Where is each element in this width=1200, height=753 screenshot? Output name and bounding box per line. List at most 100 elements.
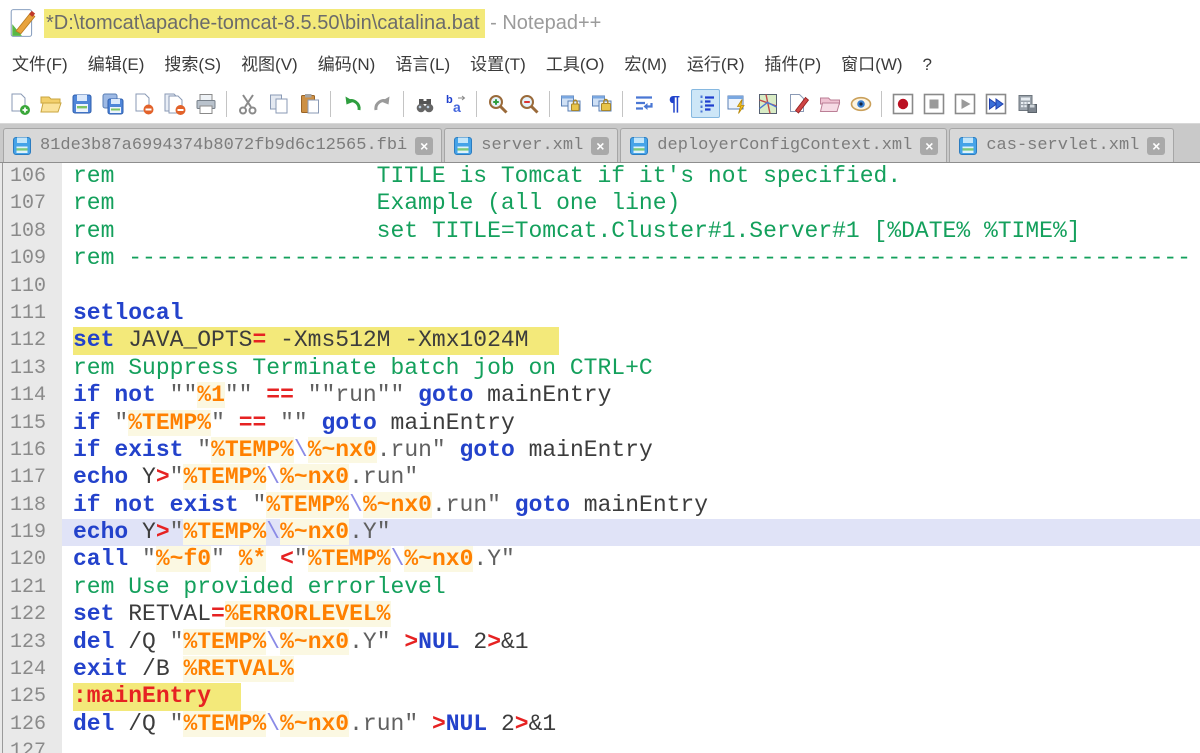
line-text[interactable]: setlocal [62, 300, 1200, 327]
code-line-122[interactable]: 122 set RETVAL=%ERRORLEVEL% [0, 601, 1200, 629]
line-text[interactable]: rem set TITLE=Tomcat.Cluster#1.Server#1 … [62, 218, 1200, 245]
code-line-114[interactable]: 114 if not ""%1"" == ""run"" goto mainEnt… [0, 382, 1200, 410]
zoom-in-icon[interactable] [483, 89, 512, 118]
code-line-108[interactable]: 108 rem set TITLE=Tomcat.Cluster#1.Server… [0, 217, 1200, 246]
close-all-icon[interactable] [160, 89, 189, 118]
macro-stop-icon[interactable] [919, 89, 948, 118]
undo-icon[interactable] [337, 89, 366, 118]
tab-close-icon[interactable]: × [415, 136, 434, 155]
code-line-123[interactable]: 123 del /Q "%TEMP%\%~nx0.Y" >NUL 2>&1 [0, 628, 1200, 657]
save-icon[interactable] [67, 89, 96, 118]
line-number[interactable]: 110 [0, 272, 62, 300]
line-number[interactable]: 109 [0, 245, 62, 273]
document-map-icon[interactable] [753, 89, 782, 118]
menu-item-0[interactable]: 文件(F) [2, 46, 78, 84]
macro-save-icon[interactable] [1012, 89, 1041, 118]
indent-guide-icon[interactable] [691, 89, 720, 118]
line-text[interactable]: exit /B %RETVAL% [62, 656, 1200, 683]
line-number[interactable]: 117 [0, 464, 62, 492]
line-number[interactable]: 113 [0, 354, 62, 383]
line-text[interactable]: if not ""%1"" == ""run"" goto mainEntry [62, 382, 1200, 409]
code-line-112[interactable]: 112 set JAVA_OPTS= -Xms512M -Xmx1024M [0, 327, 1200, 355]
code-line-109[interactable]: 109 rem ---------------------------------… [0, 245, 1200, 273]
line-number[interactable]: 119 [0, 519, 62, 547]
tab-2[interactable]: deployerConfigContext.xml × [620, 128, 948, 162]
tab-close-icon[interactable]: × [1147, 136, 1166, 155]
line-number[interactable]: 126 [0, 710, 62, 739]
code-line-120[interactable]: 120 call "%~f0" %* <"%TEMP%\%~nx0.Y" [0, 546, 1200, 574]
menu-item-3[interactable]: 视图(V) [231, 46, 308, 84]
close-icon[interactable] [129, 89, 158, 118]
code-line-121[interactable]: 121 rem Use provided errorlevel [0, 573, 1200, 602]
tab-1[interactable]: server.xml × [444, 128, 619, 162]
menu-item-9[interactable]: 运行(R) [677, 46, 755, 84]
line-number[interactable]: 123 [0, 628, 62, 657]
line-text[interactable] [62, 273, 1200, 300]
menu-item-5[interactable]: 语言(L) [385, 46, 460, 84]
macro-run-multiple-icon[interactable] [981, 89, 1010, 118]
line-text[interactable]: if not exist "%TEMP%\%~nx0.run" goto mai… [62, 491, 1200, 519]
line-number[interactable]: 108 [0, 217, 62, 246]
function-list-icon[interactable] [784, 89, 813, 118]
menu-item-11[interactable]: 窗口(W) [831, 46, 912, 84]
line-number[interactable]: 115 [0, 409, 62, 437]
code-line-126[interactable]: 126 del /Q "%TEMP%\%~nx0.run" >NUL 2>&1 [0, 710, 1200, 739]
new-file-icon[interactable] [5, 89, 34, 118]
menu-item-8[interactable]: 宏(M) [614, 46, 676, 84]
code-line-118[interactable]: 118 if not exist "%TEMP%\%~nx0.run" goto … [0, 491, 1200, 520]
code-line-125[interactable]: 125:mainEntry [0, 683, 1200, 711]
replace-icon[interactable]: ba [441, 89, 470, 118]
tab-close-icon[interactable]: × [591, 136, 610, 155]
line-text[interactable]: rem TITLE is Tomcat if it's not specifie… [62, 163, 1200, 190]
code-editor[interactable]: 106 rem TITLE is Tomcat if it's not speci… [0, 163, 1200, 753]
menu-item-4[interactable]: 编码(N) [308, 46, 386, 84]
redo-icon[interactable] [368, 89, 397, 118]
line-number[interactable]: 122 [0, 601, 62, 629]
tab-3[interactable]: cas-servlet.xml × [949, 128, 1175, 162]
code-line-106[interactable]: 106 rem TITLE is Tomcat if it's not speci… [0, 163, 1200, 191]
line-number[interactable]: 127 [0, 738, 62, 753]
line-text[interactable]: rem Example (all one line) [62, 190, 1200, 217]
line-number[interactable]: 114 [0, 382, 62, 410]
code-line-117[interactable]: 117 echo Y>"%TEMP%\%~nx0.run" [0, 464, 1200, 492]
sync-scroll-vertical-icon[interactable] [556, 89, 585, 118]
zoom-out-icon[interactable] [514, 89, 543, 118]
line-number[interactable]: 112 [0, 327, 62, 355]
menu-item-10[interactable]: 插件(P) [754, 46, 831, 84]
line-number[interactable]: 124 [0, 656, 62, 684]
code-line-116[interactable]: 116 if exist "%TEMP%\%~nx0.run" goto main… [0, 436, 1200, 465]
tab-close-icon[interactable]: × [920, 136, 939, 155]
line-number[interactable]: 121 [0, 573, 62, 602]
line-text[interactable]: :mainEntry [62, 683, 1200, 711]
folder-as-workspace-icon[interactable] [815, 89, 844, 118]
open-file-icon[interactable] [36, 89, 65, 118]
macro-record-icon[interactable] [888, 89, 917, 118]
line-number[interactable]: 111 [0, 299, 62, 328]
code-line-115[interactable]: 115 if "%TEMP%" == "" goto mainEntry [0, 409, 1200, 437]
line-number[interactable]: 106 [0, 163, 62, 191]
copy-icon[interactable] [264, 89, 293, 118]
code-line-107[interactable]: 107 rem Example (all one line) [0, 190, 1200, 218]
tab-0[interactable]: 81de3b87a6994374b8072fb9d6c12565.fbi × [3, 128, 443, 162]
code-line-110[interactable]: 110 [0, 272, 1200, 300]
line-text[interactable]: if exist "%TEMP%\%~nx0.run" goto mainEnt… [62, 436, 1200, 464]
menu-item-6[interactable]: 设置(T) [460, 46, 536, 84]
line-text[interactable]: call "%~f0" %* <"%TEMP%\%~nx0.Y" [62, 546, 1200, 573]
print-icon[interactable] [191, 89, 220, 118]
menu-item-12[interactable]: ? [913, 46, 942, 84]
macro-play-icon[interactable] [950, 89, 979, 118]
save-all-icon[interactable] [98, 89, 127, 118]
line-text[interactable]: if "%TEMP%" == "" goto mainEntry [62, 409, 1200, 437]
menu-item-1[interactable]: 编辑(E) [78, 46, 155, 84]
word-wrap-icon[interactable] [629, 89, 658, 118]
show-all-characters-icon[interactable]: ¶ [660, 89, 689, 118]
line-text[interactable]: rem ------------------------------------… [62, 245, 1200, 272]
code-line-124[interactable]: 124 exit /B %RETVAL% [0, 656, 1200, 684]
udl-dialog-icon[interactable] [722, 89, 751, 118]
code-line-111[interactable]: 111 setlocal [0, 299, 1200, 328]
line-text[interactable]: set RETVAL=%ERRORLEVEL% [62, 601, 1200, 628]
line-text[interactable]: rem Use provided errorlevel [62, 574, 1200, 601]
code-line-119[interactable]: 119 echo Y>"%TEMP%\%~nx0.Y" [0, 519, 1200, 547]
line-text[interactable]: echo Y>"%TEMP%\%~nx0.run" [62, 464, 1200, 491]
line-number[interactable]: 107 [0, 190, 62, 218]
